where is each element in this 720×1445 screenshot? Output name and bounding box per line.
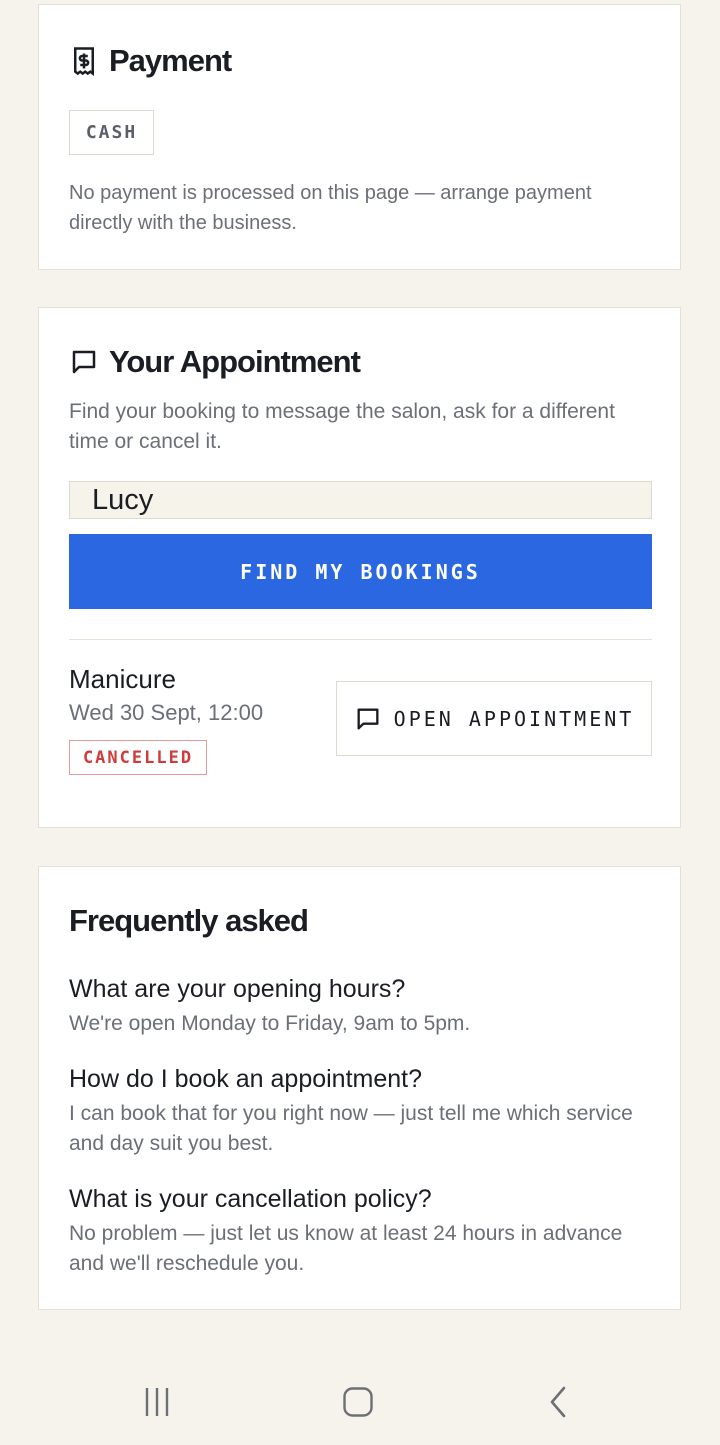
appointment-description: Find your booking to message the salon, …	[69, 400, 615, 453]
appointment-card: Your Appointment Find your booking to me…	[38, 307, 681, 828]
faq-answer: No problem — just let us know at least 2…	[69, 1222, 623, 1275]
status-badge: CANCELLED	[69, 740, 207, 775]
home-icon	[343, 1387, 373, 1417]
appointment-title-text: Your Appointment	[109, 344, 361, 379]
message-square-icon	[69, 347, 99, 377]
appointment-title: Your Appointment	[69, 344, 361, 380]
home-button[interactable]	[328, 1380, 388, 1424]
recent-apps-button[interactable]	[127, 1380, 187, 1424]
find-my-bookings-button[interactable]: FIND MY BOOKINGS	[69, 534, 652, 609]
system-nav-bar	[0, 1360, 720, 1445]
open-appointment-label: OPEN APPOINTMENT	[393, 706, 635, 731]
divider	[69, 639, 652, 640]
open-appointment-button[interactable]: OPEN APPOINTMENT	[336, 681, 652, 756]
faq-question: What is your cancellation policy?	[69, 1185, 432, 1213]
booking-datetime: Wed 30 Sept, 12:00	[69, 700, 264, 725]
back-icon	[550, 1386, 566, 1418]
message-square-icon	[354, 705, 382, 733]
payment-note: No payment is processed on this page — a…	[69, 182, 592, 234]
payment-title: Payment	[69, 43, 232, 79]
booking-service: Manicure	[69, 664, 176, 694]
payment-title-text: Payment	[109, 43, 232, 78]
receipt-dollar-icon	[69, 46, 99, 76]
name-input[interactable]	[69, 481, 652, 519]
faq-question: What are your opening hours?	[69, 975, 406, 1003]
faq-card: Frequently asked What are your opening h…	[38, 866, 681, 1310]
payment-method-badge: CASH	[69, 110, 154, 155]
payment-card: Payment CASH No payment is processed on …	[38, 4, 681, 270]
faq-question: How do I book an appointment?	[69, 1065, 423, 1093]
back-button[interactable]	[530, 1380, 590, 1424]
faq-title: Frequently asked	[69, 903, 309, 938]
recent-apps-icon	[145, 1388, 169, 1416]
faq-answer: We're open Monday to Friday, 9am to 5pm.	[69, 1012, 471, 1035]
faq-answer: I can book that for you right now — just…	[69, 1102, 633, 1155]
